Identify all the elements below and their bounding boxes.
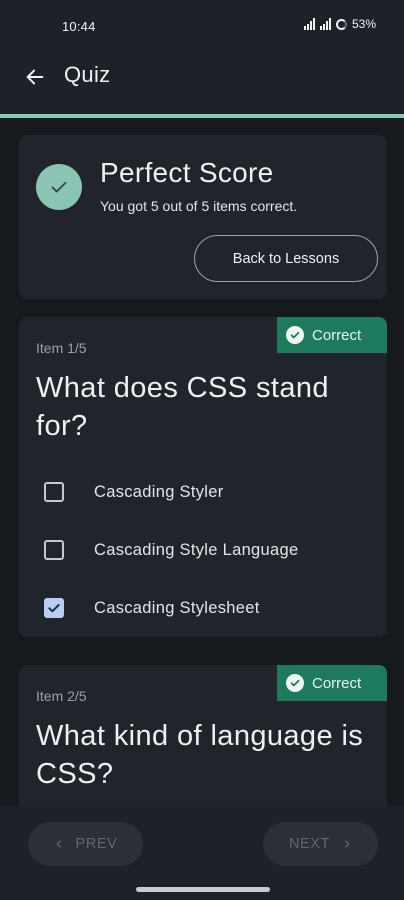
question-text: What kind of language is CSS? <box>36 720 364 790</box>
score-title: Perfect Score <box>100 157 274 188</box>
badge-label: Correct <box>312 326 362 344</box>
correct-badge: Correct <box>277 317 387 353</box>
quiz-content[interactable]: Perfect Score You got 5 out of 5 items c… <box>0 118 404 806</box>
checkbox-unchecked[interactable] <box>44 482 64 502</box>
wifi-signal-icon <box>303 18 315 30</box>
option-label: Cascading Styler <box>94 482 224 501</box>
score-check-icon <box>36 164 82 210</box>
item-counter: Item 1/5 <box>36 340 87 356</box>
page-title: Quiz <box>64 62 111 87</box>
question-text: What does CSS stand for? <box>36 372 329 442</box>
answer-option[interactable]: Cascading Style Language <box>44 535 364 565</box>
option-label: Cascading Stylesheet <box>94 598 260 617</box>
correct-badge: Correct <box>277 665 387 701</box>
chevron-right-icon <box>345 840 350 848</box>
check-circle-icon <box>286 674 304 692</box>
check-circle-icon <box>286 326 304 344</box>
status-time: 10:44 <box>62 19 96 34</box>
status-icons: 53% <box>303 17 376 31</box>
arrow-left-icon <box>26 69 44 85</box>
option-label: Cascading Style Language <box>94 540 299 559</box>
bottom-navigation: PREV NEXT <box>0 806 404 900</box>
chevron-left-icon <box>56 840 61 848</box>
question-card: Correct Item 1/5 What does CSS stand for… <box>19 317 387 637</box>
home-indicator[interactable] <box>136 887 270 892</box>
prev-label: PREV <box>75 836 118 852</box>
battery-percent: 53% <box>351 17 376 31</box>
score-subtitle: You got 5 out of 5 items correct. <box>100 198 298 214</box>
app-bar: Quiz <box>0 56 404 114</box>
next-button[interactable]: NEXT <box>263 822 378 866</box>
status-bar: 10:44 53% <box>0 0 404 56</box>
next-label: NEXT <box>288 836 331 852</box>
badge-label: Correct <box>312 674 362 692</box>
prev-button[interactable]: PREV <box>28 822 143 866</box>
back-button[interactable] <box>20 62 50 92</box>
back-to-lessons-button[interactable]: Back to Lessons <box>194 235 378 282</box>
question-card: Correct Item 2/5 What kind of language i… <box>19 665 387 806</box>
score-summary-card: Perfect Score You got 5 out of 5 items c… <box>19 135 387 299</box>
battery-icon <box>335 18 347 30</box>
checkmark-icon <box>48 604 60 613</box>
checkbox-unchecked[interactable] <box>44 540 64 560</box>
item-counter: Item 2/5 <box>36 688 87 704</box>
answer-option[interactable]: Cascading Stylesheet <box>44 593 364 623</box>
cell-signal-icon <box>319 18 331 30</box>
checkbox-checked[interactable] <box>44 598 64 618</box>
answer-option[interactable]: Cascading Styler <box>44 477 364 507</box>
